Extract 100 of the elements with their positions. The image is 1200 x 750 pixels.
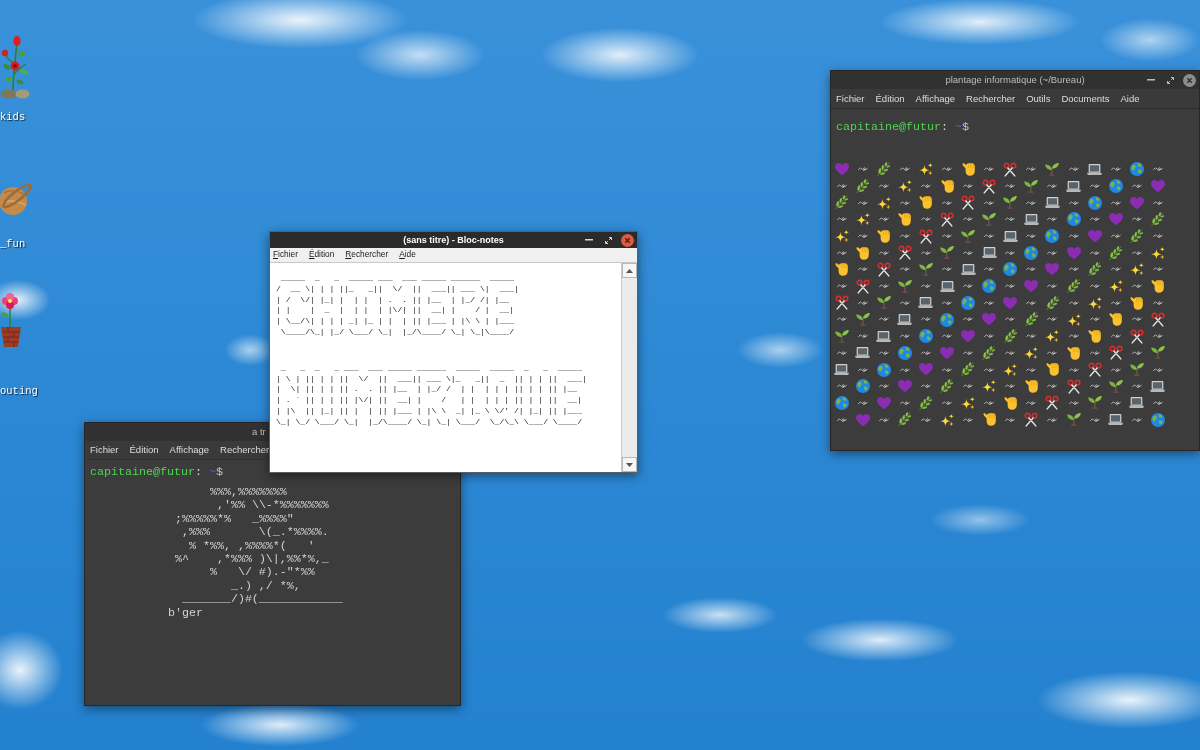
- menu-item[interactable]: Édition: [875, 92, 905, 105]
- curly-loop-icon: [1152, 400, 1163, 406]
- curly-loop-icon: [1089, 417, 1100, 422]
- menu-item[interactable]: Édition: [129, 444, 159, 456]
- laptop-icon: [1023, 213, 1039, 225]
- globe-icon: [1150, 412, 1165, 427]
- hand-icon: [1046, 362, 1059, 377]
- hand-icon: [940, 178, 954, 194]
- menu-item[interactable]: Outils: [1026, 92, 1051, 105]
- curly-loop-icon: [857, 267, 868, 272]
- menu-item[interactable]: Fichier: [836, 92, 865, 105]
- scroll-up-button[interactable]: [622, 263, 637, 278]
- curly-loop-icon: [1089, 250, 1100, 255]
- scissors-icon: [876, 261, 891, 277]
- menu-item[interactable]: Aide: [399, 250, 416, 260]
- curly-loop-icon: [963, 183, 974, 189]
- curly-loop-icon: [878, 217, 889, 222]
- curly-loop-icon: [899, 367, 910, 372]
- seedling-icon: [1003, 196, 1018, 210]
- sparkles-icon: [855, 212, 870, 227]
- curly-loop-icon: [1131, 350, 1142, 355]
- curly-loop-icon: [878, 417, 889, 422]
- sparkles-icon: [1129, 262, 1144, 277]
- scissors-icon: [982, 178, 997, 194]
- seedling-icon: [918, 262, 933, 276]
- ascii-art-line: _ _ _ _ ___ ___ _____ ______ _____ _____ _ _ _____: [279, 362, 582, 374]
- sparkles-icon: [1150, 245, 1165, 260]
- curly-loop-icon: [1131, 384, 1142, 389]
- hand-icon: [982, 412, 996, 427]
- hand-icon: [835, 262, 849, 277]
- curly-loop-icon: [963, 217, 974, 222]
- heart-icon: [940, 346, 954, 360]
- curly-loop-icon: [1110, 400, 1121, 406]
- curly-loop-icon: [984, 200, 995, 205]
- menu-item[interactable]: Rechercher: [966, 92, 1016, 105]
- curly-loop-icon: [1131, 417, 1142, 422]
- curly-loop-icon: [963, 384, 974, 389]
- curly-loop-icon: [1047, 183, 1058, 189]
- menu-item[interactable]: Aide: [1120, 92, 1140, 105]
- close-button[interactable]: [1182, 73, 1196, 87]
- curly-loop-icon: [1152, 167, 1163, 172]
- curly-loop-icon: [1110, 367, 1121, 372]
- menu-item[interactable]: Affichage: [169, 444, 210, 456]
- shell-prompt: capitaine@futur: ~$: [836, 119, 969, 136]
- herb-sprig-icon: [1003, 328, 1018, 344]
- laptop-icon: [876, 330, 892, 342]
- laptop-icon: [1002, 230, 1018, 242]
- menu-item[interactable]: Fichier: [273, 250, 298, 260]
- menu-item[interactable]: Affichage: [915, 92, 956, 105]
- curly-loop-icon: [899, 200, 910, 205]
- curly-loop-icon: [984, 300, 995, 305]
- curly-loop-icon: [963, 284, 974, 289]
- globe-icon: [1087, 195, 1102, 210]
- curly-loop-icon: [1047, 384, 1058, 389]
- curly-loop-icon: [899, 167, 910, 172]
- laptop-icon: [1129, 397, 1145, 409]
- sparkles-icon: [918, 162, 933, 177]
- flower-pot-icon[interactable]: [0, 293, 22, 347]
- menu-item[interactable]: Rechercher: [345, 250, 389, 260]
- curly-loop-icon: [1131, 284, 1142, 289]
- curly-loop-icon: [899, 234, 910, 239]
- ascii-art-line: | \ | || | | || \/ || ___|| ___ \|_ _|| _ || | | || ___|: [276, 373, 587, 385]
- scrollbar-track[interactable]: [621, 263, 637, 472]
- globe-icon: [940, 312, 954, 327]
- menu-item[interactable]: Documents: [1061, 92, 1110, 105]
- desktop-icon-label[interactable]: _fun: [0, 238, 26, 250]
- menu-item[interactable]: Édition: [308, 250, 335, 260]
- menu-item[interactable]: Fichier: [90, 444, 119, 456]
- seedling-icon: [1045, 162, 1060, 176]
- herb-sprig-icon: [898, 412, 912, 427]
- laptop-icon: [981, 247, 997, 259]
- curly-loop-icon: [1026, 334, 1037, 339]
- heart-icon: [961, 330, 976, 343]
- scroll-down-button[interactable]: [622, 457, 637, 472]
- curly-loop-icon: [1152, 334, 1163, 339]
- curly-loop-icon: [878, 183, 889, 189]
- curly-loop-icon: [942, 400, 952, 406]
- heart-icon: [897, 380, 912, 393]
- seedling-icon: [982, 212, 997, 226]
- laptop-icon: [918, 297, 934, 309]
- curly-loop-icon: [942, 167, 952, 172]
- curly-loop-icon: [963, 417, 974, 422]
- seedling-icon: [940, 246, 954, 260]
- hand-icon: [856, 245, 870, 261]
- globe-icon: [918, 329, 933, 344]
- globe-icon: [834, 395, 849, 410]
- menu-item[interactable]: Rechercher: [220, 444, 270, 456]
- curly-loop-icon: [1005, 284, 1016, 289]
- close-button[interactable]: [620, 233, 634, 247]
- hand-icon: [1151, 278, 1165, 294]
- curly-loop-icon: [1068, 234, 1079, 239]
- caret-up-icon: [626, 268, 633, 273]
- globe-icon: [1045, 229, 1060, 244]
- curly-loop-icon: [920, 183, 931, 189]
- curly-loop-icon: [1089, 217, 1100, 222]
- curly-loop-icon: [1068, 400, 1079, 406]
- minimize-icon: [585, 239, 593, 241]
- curly-loop-icon: [920, 250, 931, 255]
- desktop-icon-label[interactable]: outing: [0, 385, 38, 397]
- globe-icon: [897, 345, 912, 360]
